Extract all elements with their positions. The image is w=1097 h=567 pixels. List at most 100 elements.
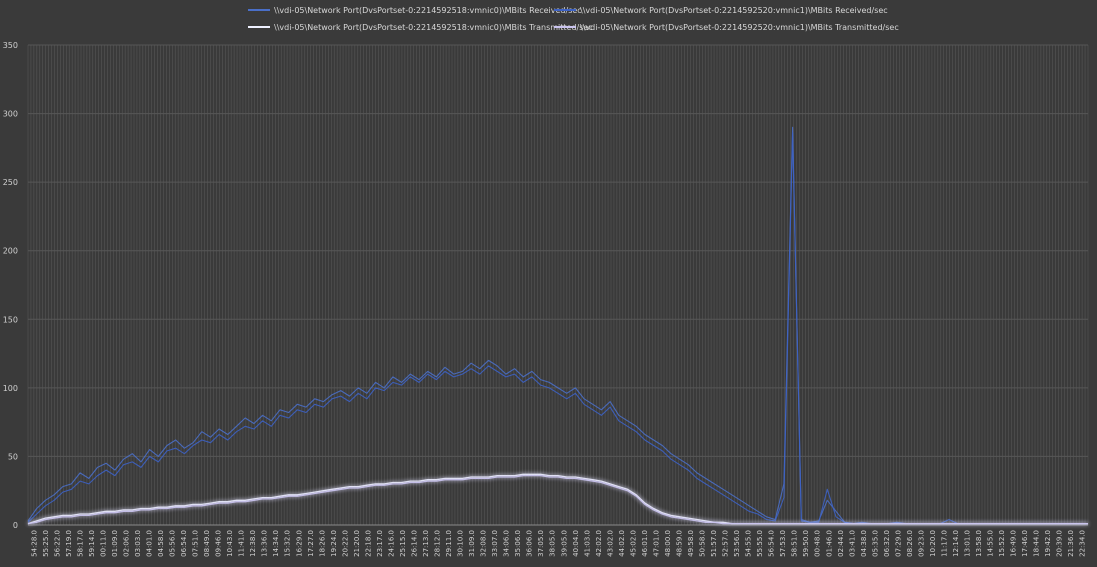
x-tick-label: 42:02.0 [595, 530, 603, 557]
x-tick-label: 33:07.0 [491, 530, 499, 557]
x-tick-label: 36:06.0 [526, 530, 534, 557]
x-tick-label: 21:20.0 [353, 530, 361, 557]
x-tick-label: 14:55.0 [987, 530, 995, 557]
x-tick-label: 47:01.0 [652, 530, 660, 557]
x-tick-label: 16:29.0 [295, 530, 303, 557]
x-tick-label: 38:05.0 [549, 530, 557, 557]
y-tick-label: 300 [3, 110, 18, 119]
x-tick-label: 58:17.0 [76, 530, 84, 557]
legend-label-4: \\vdi-05\Network Port(DvsPortset-0:22145… [580, 23, 899, 32]
x-tick-label: 34:06.0 [503, 530, 511, 557]
x-tick-label: 56:22.0 [53, 530, 61, 557]
x-tick-label: 22:18.0 [364, 530, 372, 557]
x-tick-label: 06:54.0 [180, 530, 188, 557]
x-tick-label: 56:54.0 [768, 530, 776, 557]
x-tick-label: 50:58.0 [699, 530, 707, 557]
x-tick-label: 54:55.0 [745, 530, 753, 557]
x-tick-label: 29:11.0 [445, 530, 453, 557]
legend-label-3: \\vdi-05\Network Port(DvsPortset-0:22145… [274, 23, 593, 32]
x-tick-label: 28:12.0 [434, 530, 442, 557]
x-tick-label: 09:23.0 [917, 530, 925, 557]
x-tick-label: 13:58.0 [975, 530, 983, 557]
x-tick-label: 39:05.0 [560, 530, 568, 557]
chart-area: \\vdi-05\Network Port(DvsPortset-0:22145… [0, 0, 1097, 563]
x-tick-label: 27:13.0 [422, 530, 430, 557]
x-tick-label: 05:35.0 [871, 530, 879, 557]
x-tick-label: 52:57.0 [722, 530, 730, 557]
x-tick-label: 48:59.0 [675, 530, 683, 557]
x-tick-label: 03:41.0 [848, 530, 856, 557]
legend-label-2: \\vdi-05\Network Port(DvsPortset-0:22145… [580, 6, 888, 15]
y-tick-label: 50 [8, 452, 18, 461]
x-tick-label: 22:34.0 [1079, 530, 1087, 557]
x-tick-label: 23:17.0 [376, 530, 384, 557]
x-tick-label: 46:01.0 [641, 530, 649, 557]
y-tick-label: 200 [3, 247, 18, 256]
x-tick-label: 17:46.0 [1021, 530, 1029, 557]
x-tick-label: 31:09.0 [468, 530, 476, 557]
x-tick-label: 19:42.0 [1044, 530, 1052, 557]
x-tick-label: 20:22.0 [341, 530, 349, 557]
x-tick-label: 11:17.0 [940, 530, 948, 557]
x-tick-label: 14:34.0 [272, 530, 280, 557]
x-axis: 54:28.0 55:25.0 56:22.0 57:19.0 58:17.0 59:14… [30, 530, 1086, 557]
x-tick-label: 55:55.0 [756, 530, 764, 557]
x-tick-label: 10:20.0 [929, 530, 937, 557]
x-tick-label: 04:58.0 [157, 530, 165, 557]
x-tick-label: 44:02.0 [618, 530, 626, 557]
y-tick-label: 250 [3, 178, 18, 187]
x-tick-label: 48:00.0 [664, 530, 672, 557]
x-tick-label: 08:49.0 [203, 530, 211, 557]
x-tick-label: 11:41.0 [238, 530, 246, 557]
x-tick-label: 04:01.0 [145, 530, 153, 557]
x-tick-label: 43:02.0 [606, 530, 614, 557]
grid-lines [27, 44, 1089, 526]
x-tick-label: 16:49.0 [1010, 530, 1018, 557]
y-tick-label: 150 [3, 315, 18, 324]
x-tick-label: 04:38.0 [860, 530, 868, 557]
x-tick-label: 15:52.0 [998, 530, 1006, 557]
y-axis: 0 50 100 150 200 250 300 350 [3, 41, 18, 530]
x-tick-label: 37:05.0 [537, 530, 545, 557]
x-tick-label: 01:46.0 [825, 530, 833, 557]
x-tick-label: 09:46.0 [215, 530, 223, 557]
x-tick-label: 13:01.0 [964, 530, 972, 557]
x-tick-label: 58:51.0 [791, 530, 799, 557]
x-tick-label: 01:09.0 [111, 530, 119, 557]
x-tick-label: 51:57.0 [710, 530, 718, 557]
x-tick-label: 13:36.0 [261, 530, 269, 557]
x-tick-label: 02:06.0 [122, 530, 130, 557]
line-chart: \\vdi-05\Network Port(DvsPortset-0:22145… [3, 6, 1089, 557]
x-tick-label: 35:06.0 [514, 530, 522, 557]
x-tick-label: 54:28.0 [30, 530, 38, 557]
x-tick-label: 15:32.0 [284, 530, 292, 557]
legend: \\vdi-05\Network Port(DvsPortset-0:22145… [248, 6, 899, 32]
x-tick-label: 18:26.0 [318, 530, 326, 557]
x-tick-label: 53:56.0 [733, 530, 741, 557]
x-tick-label: 10:43.0 [226, 530, 234, 557]
x-tick-label: 49:58.0 [687, 530, 695, 557]
x-tick-label: 41:03.0 [583, 530, 591, 557]
x-tick-label: 00:48.0 [814, 530, 822, 557]
x-tick-label: 21:36.0 [1067, 530, 1075, 557]
x-tick-label: 59:50.0 [802, 530, 810, 557]
x-tick-label: 05:56.0 [169, 530, 177, 557]
x-tick-label: 45:02.0 [629, 530, 637, 557]
x-tick-label: 08:26.0 [906, 530, 914, 557]
x-tick-label: 06:32.0 [883, 530, 891, 557]
y-tick-label: 0 [13, 521, 18, 530]
x-tick-label: 03:03.0 [134, 530, 142, 557]
x-tick-label: 57:53.0 [779, 530, 787, 557]
x-tick-label: 59:14.0 [88, 530, 96, 557]
y-tick-label: 350 [3, 41, 18, 50]
legend-label-1: \\vdi-05\Network Port(DvsPortset-0:22145… [274, 6, 582, 15]
x-tick-label: 26:14.0 [410, 530, 418, 557]
x-tick-label: 32:08.0 [480, 530, 488, 557]
x-tick-label: 12:38.0 [249, 530, 257, 557]
x-tick-label: 17:27.0 [307, 530, 315, 557]
x-tick-label: 20:39.0 [1056, 530, 1064, 557]
x-tick-label: 07:51.0 [192, 530, 200, 557]
x-tick-label: 00:11.0 [99, 530, 107, 557]
x-tick-label: 55:25.0 [42, 530, 50, 557]
x-tick-label: 40:04.0 [572, 530, 580, 557]
